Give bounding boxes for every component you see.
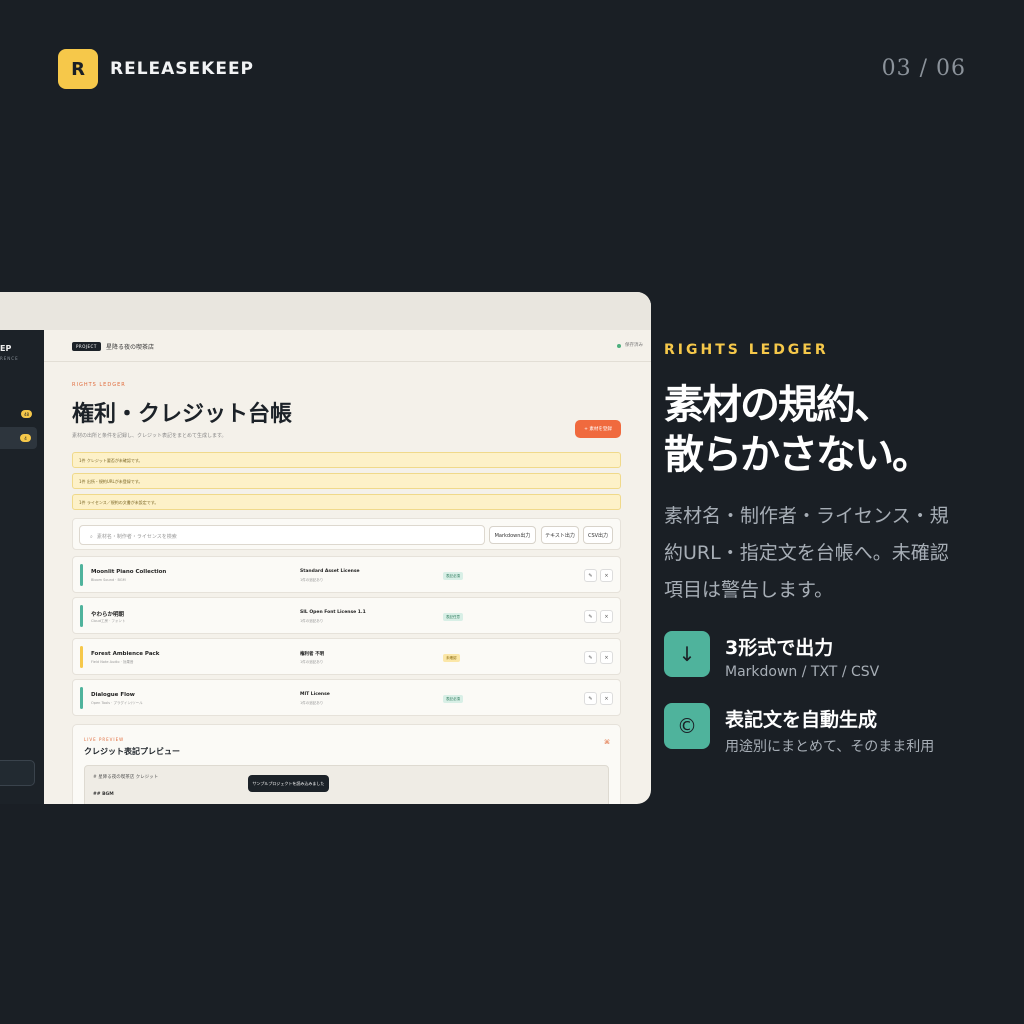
close-icon[interactable]: ×	[600, 651, 613, 664]
feature-title: 表記文を自動生成	[725, 709, 878, 731]
asset-author: Bloom Sound · BGM	[91, 578, 126, 582]
status-bar	[80, 687, 83, 709]
app-sidebar: EP RENCE 48 4	[0, 330, 44, 804]
app-header: PROJECT 星降る夜の喫茶店 保存済み	[44, 330, 651, 362]
asset-license: SIL Open Font License 1.1	[300, 610, 366, 615]
asset-row[interactable]: Moonlit Piano Collection Bloom Sound · B…	[72, 556, 621, 593]
close-icon[interactable]: ×	[600, 610, 613, 623]
status-dot-icon	[617, 344, 621, 348]
edit-icon[interactable]: ✎	[584, 569, 597, 582]
feature-item: ↓ 3形式で出力 Markdown / TXT / CSV	[664, 631, 994, 680]
status-badge: 表記必須	[443, 572, 463, 580]
asset-row[interactable]: Forest Ambience Pack Field Note Audio · …	[72, 638, 621, 675]
edit-icon[interactable]: ✎	[584, 610, 597, 623]
credit-line: # 星降る夜の喫茶店 クレジット	[93, 775, 159, 780]
warning-alert: 1件 ライセンス／規約の文書が未設定です。	[72, 494, 621, 510]
asset-license-note: 1件の追記あり	[300, 619, 324, 623]
search-input[interactable]: ⌕ 素材名・制作者・ライセンスを検索	[79, 525, 485, 545]
credit-title: クレジット表記プレビュー	[84, 747, 180, 756]
page-subtitle: 素材の出所と条件を記録し、クレジット表記をまとめて生成します。	[72, 433, 227, 439]
asset-author: Cloud工房 · フォント	[91, 619, 126, 623]
export-markdown-button[interactable]: Markdown出力	[489, 526, 536, 544]
brand-logo: R	[58, 49, 98, 89]
asset-license: MIT License	[300, 692, 330, 697]
edit-icon[interactable]: ✎	[584, 651, 597, 664]
download-arrow-icon: ↓	[664, 631, 710, 677]
asset-name: Moonlit Piano Collection	[91, 569, 167, 575]
credit-line: ## BGM	[93, 792, 114, 797]
asset-name: Dialogue Flow	[91, 692, 135, 698]
export-csv-button[interactable]: CSV出力	[583, 526, 613, 544]
status-bar	[80, 646, 83, 668]
panel-eyebrow: RIGHTS LEDGER	[664, 342, 829, 358]
feature-subtitle: Markdown / TXT / CSV	[725, 664, 880, 680]
feature-title: 3形式で出力	[725, 637, 834, 659]
copyright-icon: ©	[664, 703, 710, 749]
page-indicator: 03 / 06	[881, 56, 966, 81]
export-text-button[interactable]: テキスト出力	[541, 526, 579, 544]
asset-license-note: 1件の追記あり	[300, 701, 324, 705]
edit-icon[interactable]: ✎	[584, 692, 597, 705]
sidebar-brand-sub: RENCE	[0, 356, 19, 361]
asset-license-note: 1件の追記あり	[300, 660, 324, 664]
panel-title-line: 散らかさない。	[664, 432, 932, 478]
copy-icon[interactable]: ⌘	[604, 739, 610, 746]
status-bar	[80, 605, 83, 627]
sidebar-badge: 4	[20, 434, 31, 442]
app-eyebrow: RIGHTS LEDGER	[72, 382, 126, 388]
feature-item: © 表記文を自動生成 用途別にまとめて、そのまま利用	[664, 703, 994, 755]
sidebar-brand: EP	[0, 344, 12, 353]
warning-alert: 1件 出所・規約URLが未登録です。	[72, 473, 621, 489]
status-badge: 未確認	[443, 654, 460, 662]
status-badge: 表記必須	[443, 695, 463, 703]
app-preview: EP RENCE 48 4 PROJECT 星降る夜の喫茶店 保存済み RIGH…	[0, 292, 651, 804]
asset-name: やわらか明朝	[91, 612, 125, 618]
credit-eyebrow: LIVE PREVIEW	[84, 737, 125, 742]
brand-name: RELEASEKEEP	[110, 59, 255, 79]
credit-preview-body: # 星降る夜の喫茶店 クレジット ## BGM	[84, 765, 609, 804]
close-icon[interactable]: ×	[600, 569, 613, 582]
page-title: 権利・クレジット台帳	[72, 402, 293, 427]
search-toolbar: ⌕ 素材名・制作者・ライセンスを検索 Markdown出力 テキスト出力 CSV出…	[72, 518, 621, 550]
toast-notification: サンプルプロジェクトを読み込みました	[248, 775, 329, 792]
asset-author: Open Tools · プラグイン/ツール	[91, 701, 143, 705]
panel-title-line: 素材の規約、	[664, 382, 894, 428]
asset-license-note: 1件の追記あり	[300, 578, 324, 582]
app-main: RIGHTS LEDGER 権利・クレジット台帳 素材の出所と条件を記録し、クレ…	[72, 362, 621, 804]
status-badge: 表記任意	[443, 613, 463, 621]
asset-license: 権利者 不明	[300, 652, 325, 657]
asset-row[interactable]: Dialogue Flow Open Tools · プラグイン/ツール MIT…	[72, 679, 621, 716]
window-topbar	[0, 292, 651, 330]
asset-name: Forest Ambience Pack	[91, 651, 160, 657]
brand: R RELEASEKEEP	[58, 49, 254, 89]
project-name[interactable]: 星降る夜の喫茶店	[106, 342, 154, 351]
asset-author: Field Note Audio · 効果音	[91, 660, 134, 664]
panel-title: 素材の規約、 散らかさない。	[664, 380, 994, 480]
close-icon[interactable]: ×	[600, 692, 613, 705]
asset-license: Standard Asset License	[300, 569, 360, 574]
status-bar	[80, 564, 83, 586]
project-tag: PROJECT	[72, 342, 101, 351]
sidebar-badge: 48	[21, 410, 32, 418]
credit-preview-card: LIVE PREVIEW クレジット表記プレビュー ⌘ # 星降る夜の喫茶店 ク…	[72, 724, 621, 804]
search-placeholder: 素材名・制作者・ライセンスを検索	[96, 534, 177, 540]
sidebar-user-box[interactable]	[0, 760, 35, 786]
asset-row[interactable]: やわらか明朝 Cloud工房 · フォント SIL Open Font Lice…	[72, 597, 621, 634]
save-status: 保存済み	[625, 343, 643, 348]
search-icon: ⌕	[90, 534, 93, 540]
sidebar-item-active[interactable]: 4	[0, 427, 37, 449]
add-asset-button[interactable]: + 素材を登録	[575, 420, 621, 438]
panel-description: 素材名・制作者・ライセンス・規約URL・指定文を台帳へ。未確認項目は警告します。	[664, 505, 949, 601]
warning-alert: 1件 クレジット要否が未確認です。	[72, 452, 621, 468]
feature-subtitle: 用途別にまとめて、そのまま利用	[725, 739, 935, 755]
